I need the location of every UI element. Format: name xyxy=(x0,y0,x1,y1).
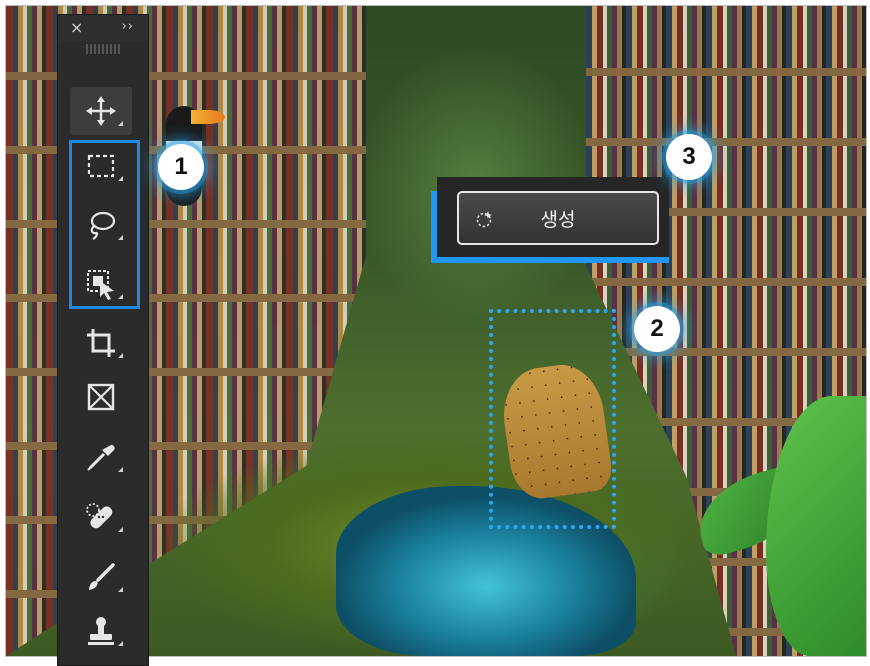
callout-badge-1: 1 xyxy=(158,144,204,190)
frame-icon xyxy=(87,383,115,411)
selection-tools-highlight xyxy=(69,140,140,309)
tools-panel: × ›› xyxy=(57,14,149,666)
stamp-icon xyxy=(88,617,114,645)
spot-healing-tool[interactable] xyxy=(70,493,132,541)
move-icon xyxy=(86,96,116,126)
generate-label: 생성 xyxy=(540,208,576,231)
object-selection-marquee xyxy=(489,309,616,529)
eyedropper-icon xyxy=(87,444,115,471)
clone-stamp-tool[interactable] xyxy=(70,607,132,655)
panel-grip[interactable] xyxy=(86,44,120,54)
brush-tool[interactable] xyxy=(70,553,132,601)
brush-icon xyxy=(89,563,115,590)
close-icon[interactable]: × xyxy=(70,18,83,37)
callout-badge-2: 2 xyxy=(634,306,680,352)
crop-icon xyxy=(87,329,115,357)
tools-panel-header: × ›› xyxy=(58,15,148,41)
generate-button[interactable]: 생성 xyxy=(457,191,659,245)
move-tool[interactable] xyxy=(70,87,132,135)
taskbar-accent-bottom xyxy=(431,257,669,263)
callout-badge-3: 3 xyxy=(666,134,712,180)
toucan-beak xyxy=(191,110,225,124)
expand-icon[interactable]: ›› xyxy=(122,19,134,34)
frame-tool[interactable] xyxy=(70,373,132,421)
crop-tool[interactable] xyxy=(70,319,132,367)
eyedropper-tool[interactable] xyxy=(70,433,132,481)
bandage-icon xyxy=(86,503,113,529)
contextual-taskbar: 생성 xyxy=(431,177,669,263)
